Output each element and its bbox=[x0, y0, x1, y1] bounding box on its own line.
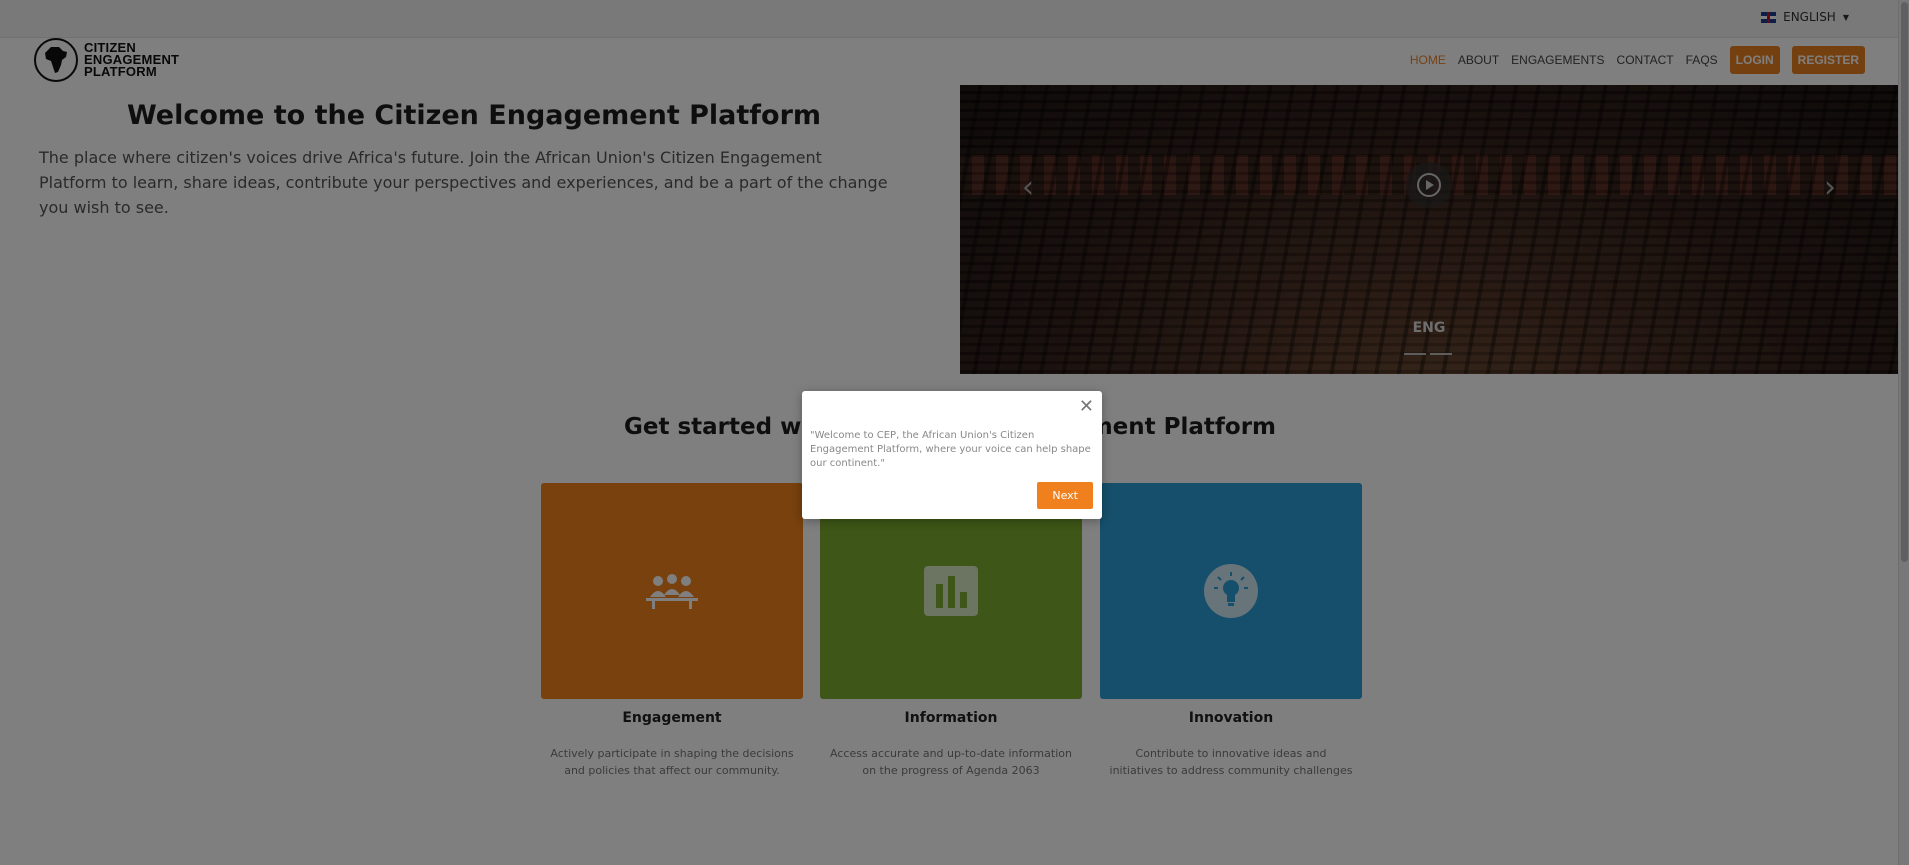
modal-text: "Welcome to CEP, the African Union's Cit… bbox=[810, 430, 1091, 469]
welcome-modal: ✕ "Welcome to CEP, the African Union's C… bbox=[802, 391, 1102, 519]
close-icon[interactable]: ✕ bbox=[1079, 398, 1094, 416]
next-button[interactable]: Next bbox=[1037, 482, 1093, 509]
